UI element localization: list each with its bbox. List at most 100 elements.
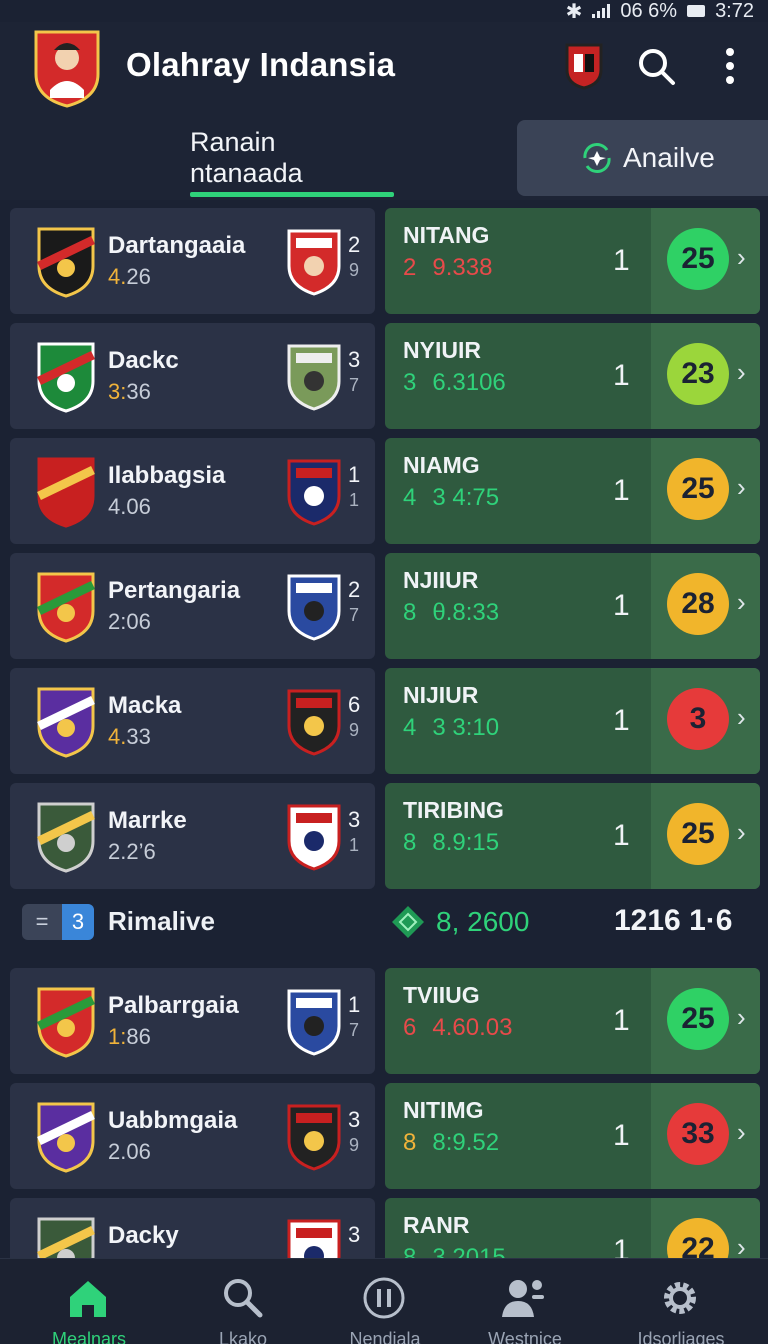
stat-values: 8 θ.8:33 <box>403 599 499 627</box>
team-badge-icon[interactable] <box>564 42 604 90</box>
match-team-card[interactable]: Ilabbagsia 4.06 1 1 <box>10 438 375 544</box>
diamond-icon <box>392 906 424 938</box>
app-bar: Olahray Indansia <box>0 22 768 118</box>
team-odds-highlight: 4. <box>108 264 127 289</box>
match-row[interactable]: Palbarrgaia 1:86 1 7 TVIIUG 6 4.60.03 1 25 › <box>0 968 768 1074</box>
match-stats-card[interactable]: NIAMG 4 3 4:75 1 25 › <box>385 438 760 544</box>
team-crest-icon <box>36 1216 96 1258</box>
team-crest-icon <box>36 341 96 413</box>
people-icon <box>502 1280 544 1317</box>
team-odds-highlight: 1: <box>108 1024 127 1049</box>
team-name: Dartangaaia <box>108 232 246 259</box>
chevron-right-icon[interactable]: › <box>737 702 746 733</box>
search-icon[interactable] <box>636 46 676 86</box>
view-toggle[interactable]: = 3 <box>22 904 94 940</box>
match-team-card[interactable]: Dartangaaia 4.26 2 9 <box>10 208 375 314</box>
stat-one: 1 <box>613 589 630 622</box>
nav-pause[interactable]: Nendiala <box>310 1259 460 1344</box>
tab-live[interactable]: Anailve <box>517 120 768 196</box>
match-row[interactable]: Marrke 2.2’6 3 1 TIRIBING 8 8.9:15 1 25 › <box>0 783 768 889</box>
toggle-count-option[interactable]: 3 <box>62 904 94 940</box>
stat-values: 2 9.338 <box>403 254 492 282</box>
match-stats-card[interactable]: TIRIBING 8 8.9:15 1 25 › <box>385 783 760 889</box>
stat-value-primary: 4 <box>403 484 417 511</box>
more-options-icon[interactable] <box>716 44 744 88</box>
chevron-right-icon[interactable]: › <box>737 1117 746 1148</box>
stat-one: 1 <box>613 244 630 277</box>
team-odds-rest: 86 <box>126 1024 151 1049</box>
chevron-right-icon[interactable]: › <box>737 587 746 618</box>
stat-label: NITIMG <box>403 1097 484 1123</box>
team-odds: 3:36 <box>108 379 151 405</box>
team-odds: 4.06 <box>108 494 151 520</box>
score-badge: 28 <box>667 573 729 635</box>
match-stats-card[interactable]: NJIIUR 8 θ.8:33 1 28 › <box>385 553 760 659</box>
team-crest-icon <box>36 571 96 643</box>
chevron-right-icon[interactable]: › <box>737 472 746 503</box>
toggle-list-option[interactable]: = <box>22 904 62 940</box>
match-team-card[interactable]: Marrke 2.2’6 3 1 <box>10 783 375 889</box>
stat-value-primary: 8 <box>403 599 417 626</box>
match-team-card[interactable]: Pertangaria 2:06 2 7 <box>10 553 375 659</box>
team-odds: 4.33 <box>108 724 151 750</box>
stat-value-secondary: 3 3:10 <box>432 714 500 741</box>
team-odds-rest: 2.2’6 <box>108 839 156 864</box>
team-odds: 2:06 <box>108 609 151 635</box>
match-stats-card[interactable]: NITANG 2 9.338 1 25 › <box>385 208 760 314</box>
stat-value-secondary: 8.9:15 <box>432 829 500 856</box>
score-badge: 3 <box>667 688 729 750</box>
chevron-right-icon[interactable]: › <box>737 1232 746 1258</box>
match-stats-card[interactable]: NIJIUR 4 3 3:10 1 3 › <box>385 668 760 774</box>
match-stats-card[interactable]: TVIIUG 6 4.60.03 1 25 › <box>385 968 760 1074</box>
match-team-card[interactable]: Macka 4.33 6 9 <box>10 668 375 774</box>
chevron-right-icon[interactable]: › <box>737 817 746 848</box>
match-row[interactable]: Dartangaaia 4.26 2 9 NITANG 2 9.338 1 25 › <box>0 208 768 314</box>
match-row[interactable]: Pertangaria 2:06 2 7 NJIIUR 8 θ.8:33 1 28 › <box>0 553 768 659</box>
team-name: Macka <box>108 692 182 719</box>
match-team-card[interactable]: Uabbmgaia 2.06 3 9 <box>10 1083 375 1189</box>
nav-people[interactable]: Westnice <box>450 1259 600 1344</box>
team-count-secondary: 9 <box>349 1135 360 1155</box>
team-odds-highlight: 4. <box>108 724 127 749</box>
match-stats-card[interactable]: NYIUIR 3 6.3106 1 23 › <box>385 323 760 429</box>
nav-search-label: Lkako <box>218 1329 268 1344</box>
match-list[interactable]: Dartangaaia 4.26 2 9 NITANG 2 9.338 1 25 › Dackc 3:… <box>0 200 768 1258</box>
match-row[interactable]: Uabbmgaia 2.06 3 9 NITIMG 8 8:9.52 1 33 › <box>0 1083 768 1189</box>
stat-value-secondary: 3 2015 <box>432 1244 506 1258</box>
nav-search[interactable]: Lkako <box>168 1259 318 1344</box>
opponent-crest-icon <box>286 573 342 641</box>
match-row[interactable]: Ilabbagsia 4.06 1 1 NIAMG 4 3 4:75 1 25 › <box>0 438 768 544</box>
stat-one: 1 <box>613 1119 630 1152</box>
stat-value-secondary: 9.338 <box>432 254 493 281</box>
stat-one: 1 <box>613 1234 630 1258</box>
opponent-crest-icon <box>286 988 342 1056</box>
match-row[interactable]: Macka 4.33 6 9 NIJIUR 4 3 3:10 1 3 › <box>0 668 768 774</box>
stat-value-primary: 8 <box>403 1244 417 1258</box>
team-count-primary: 1 <box>348 462 361 487</box>
stat-values: 3 6.3106 <box>403 369 506 397</box>
chevron-right-icon[interactable]: › <box>737 357 746 388</box>
chevron-right-icon[interactable]: › <box>737 242 746 273</box>
nav-home[interactable]: Mealnars <box>14 1259 164 1344</box>
team-count-primary: 3 <box>348 1222 361 1247</box>
team-name: Dackc <box>108 347 179 374</box>
team-odds-rest: 33 <box>126 724 151 749</box>
chevron-right-icon[interactable]: › <box>737 1002 746 1033</box>
match-row[interactable]: Dackc 3:36 3 7 NYIUIR 3 6.3106 1 23 › <box>0 323 768 429</box>
match-team-card[interactable]: Palbarrgaia 1:86 1 7 <box>10 968 375 1074</box>
match-team-card[interactable]: Dackc 3:36 3 7 <box>10 323 375 429</box>
stat-label: TIRIBING <box>403 797 504 823</box>
nav-settings[interactable]: Idsorliages <box>606 1259 756 1344</box>
match-stats-card[interactable]: NITIMG 8 8:9.52 1 33 › <box>385 1083 760 1189</box>
home-icon <box>70 1281 106 1317</box>
app-logo-icon <box>34 30 100 108</box>
match-row[interactable]: Dacky2.563RANR83 2015122› <box>0 1198 768 1258</box>
tab-rankings[interactable]: Ranain ntanaada <box>190 118 394 198</box>
stat-one: 1 <box>613 359 630 392</box>
stat-value-secondary: 8:9.52 <box>432 1129 500 1156</box>
team-odds-highlight: 3: <box>108 379 127 404</box>
match-stats-card[interactable]: RANR 8 3 2015 1 22 › <box>385 1198 760 1258</box>
stat-one: 1 <box>613 704 630 737</box>
stat-label: RANR <box>403 1212 470 1238</box>
match-team-card[interactable]: Dacky2.563 <box>10 1198 375 1258</box>
